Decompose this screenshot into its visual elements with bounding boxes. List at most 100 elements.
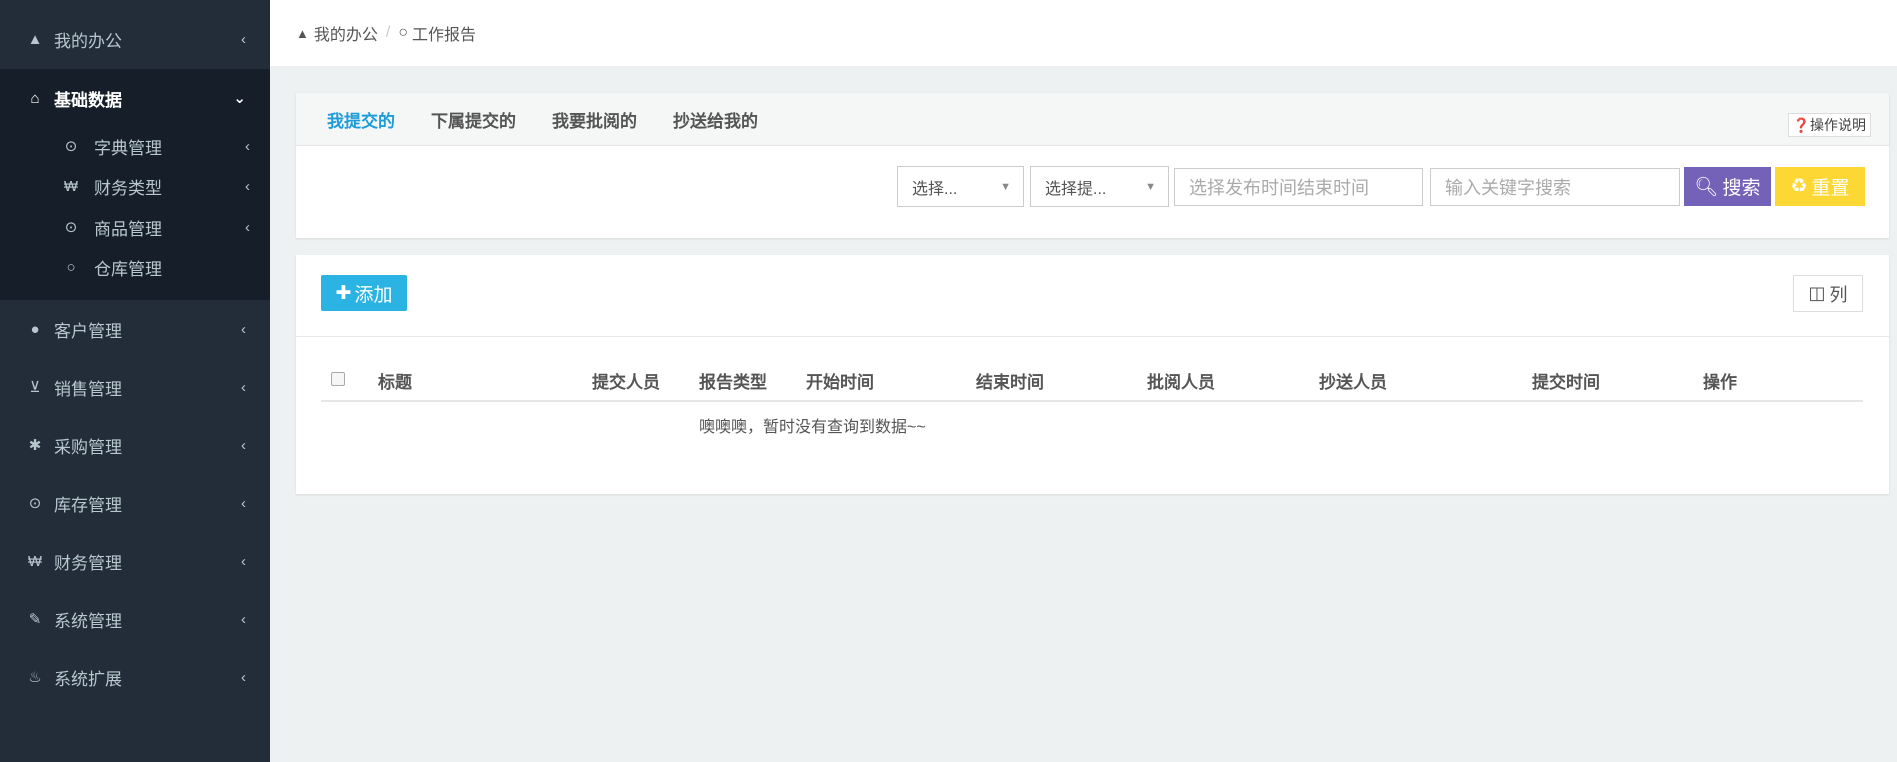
- placeholder: 选择发布时间结束时间: [1189, 178, 1369, 198]
- chevron-left-icon: ‹: [241, 30, 246, 48]
- select-value: 选择提...: [1045, 180, 1107, 198]
- breadcrumb-separator: /: [385, 24, 391, 41]
- sidebar-item-label: 系统管理: [54, 611, 122, 631]
- search-button[interactable]: 🔍︎ 搜索: [1684, 167, 1771, 206]
- sidebar-item-label: 采购管理: [54, 437, 122, 457]
- chevron-left-icon: ‹: [241, 668, 246, 686]
- filter-panel: 我提交的 下属提交的 我要批阅的 抄送给我的 ❓操作说明 选择... ▼ 选择提.…: [296, 93, 1889, 238]
- circle-icon: ○: [398, 24, 409, 41]
- select-type[interactable]: 选择... ▼: [897, 166, 1024, 207]
- subitem-label: 财务类型: [94, 178, 162, 198]
- sidebar-item-label: 基础数据: [54, 90, 122, 110]
- caret-down-icon: ▼: [1000, 180, 1011, 193]
- sidebar: ▲ 我的办公 ‹ ⌂ 基础数据 ⌄ ⊙ 字典管理 ‹ ₩ 财务类型 ‹ ⊙ 商品管理 ‹ ○…: [0, 0, 270, 762]
- date-range-input[interactable]: 选择发布时间结束时间: [1174, 168, 1423, 206]
- user-icon: ●: [30, 320, 40, 338]
- won-icon: ₩: [63, 177, 79, 195]
- chevron-left-icon: ‹: [241, 494, 246, 512]
- chevron-left-icon: ‹: [241, 610, 246, 628]
- empty-message: 噢噢噢，暂时没有查询到数据~~: [699, 419, 926, 436]
- question-icon: ❓: [1792, 117, 1810, 133]
- tab-my-submitted[interactable]: 我提交的: [327, 107, 395, 132]
- sidebar-subitem-warehouse[interactable]: ○ 仓库管理: [0, 248, 270, 286]
- breadcrumb-current: 工作报告: [412, 27, 477, 44]
- sidebar-subitem-finance-type[interactable]: ₩ 财务类型 ‹: [0, 167, 270, 205]
- select-all-checkbox[interactable]: [331, 372, 345, 386]
- tab-to-review[interactable]: 我要批阅的: [552, 107, 637, 132]
- keyword-search-input[interactable]: 输入关键字搜索: [1430, 168, 1680, 206]
- sidebar-item-label: 库存管理: [54, 495, 122, 515]
- column-header-submit-time[interactable]: 提交时间: [1532, 368, 1600, 393]
- column-header-reviewer[interactable]: 批阅人员: [1147, 368, 1215, 393]
- subitem-label: 商品管理: [94, 219, 162, 239]
- tab-cc-to-me[interactable]: 抄送给我的: [673, 107, 758, 132]
- won-icon: ₩: [27, 552, 43, 570]
- add-label: 添加: [354, 284, 393, 306]
- circle-icon: ○: [66, 258, 76, 276]
- sidebar-subitem-products[interactable]: ⊙ 商品管理 ‹: [0, 208, 270, 246]
- columns-icon: ◫: [1808, 283, 1826, 303]
- sidebar-item-sales[interactable]: ⊻ 销售管理 ‹: [0, 358, 270, 416]
- sidebar-item-finance[interactable]: ₩ 财务管理 ‹: [0, 532, 270, 590]
- asterisk-icon: ✱: [28, 437, 42, 454]
- subitem-label: 字典管理: [94, 138, 162, 158]
- caret-down-icon: ▼: [1145, 180, 1156, 193]
- cart-icon: ⊻: [29, 379, 41, 396]
- reset-label: 重置: [1811, 178, 1850, 199]
- sidebar-item-label: 财务管理: [54, 553, 122, 573]
- chevron-left-icon: ‹: [245, 177, 250, 195]
- subitem-label: 仓库管理: [94, 259, 162, 279]
- columns-label: 列: [1829, 284, 1848, 305]
- select-submitter[interactable]: 选择提... ▼: [1030, 166, 1169, 207]
- column-header-report-type[interactable]: 报告类型: [699, 368, 767, 393]
- recycle-icon: ♻: [1790, 176, 1808, 197]
- column-header-title[interactable]: 标题: [378, 368, 412, 393]
- help-button[interactable]: ❓操作说明: [1787, 113, 1871, 137]
- sidebar-item-inventory[interactable]: ⊙ 库存管理 ‹: [0, 474, 270, 532]
- column-header-actions: 操作: [1703, 373, 1737, 392]
- sidebar-item-customers[interactable]: ● 客户管理 ‹: [0, 300, 270, 358]
- fire-icon: ♨: [28, 669, 42, 686]
- sidebar-item-purchase[interactable]: ✱ 采购管理 ‹: [0, 416, 270, 474]
- column-header-submitter[interactable]: 提交人员: [592, 368, 660, 393]
- sidebar-subitem-dictionary[interactable]: ⊙ 字典管理 ‹: [0, 127, 270, 165]
- columns-button[interactable]: ◫ 列: [1793, 275, 1863, 312]
- add-button[interactable]: ✚ 添加: [321, 275, 407, 311]
- sidebar-item-office[interactable]: ▲ 我的办公 ‹: [0, 10, 270, 68]
- tab-subordinate-submitted[interactable]: 下属提交的: [431, 107, 516, 132]
- breadcrumb: ▲ 我的办公 / ○ 工作报告: [270, 0, 1897, 66]
- column-header-end-time[interactable]: 结束时间: [976, 368, 1044, 393]
- reset-button[interactable]: ♻ 重置: [1775, 167, 1865, 206]
- sidebar-item-extension[interactable]: ♨ 系统扩展 ‹: [0, 648, 270, 706]
- dot-circle-icon: ⊙: [64, 219, 78, 236]
- chevron-left-icon: ‹: [241, 320, 246, 338]
- column-header-start-time[interactable]: 开始时间: [806, 368, 874, 393]
- dot-circle-icon: ⊙: [28, 495, 42, 512]
- plus-icon: ✚: [335, 282, 352, 304]
- sidebar-item-label: 销售管理: [54, 379, 122, 399]
- search-icon: 🔍︎: [1694, 176, 1719, 198]
- road-icon: ▲: [27, 30, 43, 48]
- sidebar-item-system[interactable]: ✎ 系统管理 ‹: [0, 590, 270, 648]
- help-label: 操作说明: [1810, 117, 1866, 133]
- breadcrumb-home[interactable]: 我的办公: [314, 21, 378, 45]
- wrench-icon: ✎: [28, 611, 42, 628]
- chevron-left-icon: ‹: [245, 137, 250, 155]
- table-header-border: [321, 400, 1863, 402]
- sidebar-item-label: 客户管理: [54, 321, 122, 341]
- sidebar-item-basic-data[interactable]: ⌂ 基础数据 ⌄: [0, 69, 270, 127]
- tab-bar: 我提交的 下属提交的 我要批阅的 抄送给我的: [296, 93, 1889, 146]
- divider: [296, 336, 1889, 337]
- chevron-left-icon: ‹: [241, 552, 246, 570]
- select-value: 选择...: [912, 180, 958, 198]
- placeholder: 输入关键字搜索: [1445, 178, 1571, 198]
- chevron-left-icon: ‹: [241, 436, 246, 454]
- road-icon: ▲: [296, 25, 309, 41]
- submenu-basic-data: ⌂ 基础数据 ⌄ ⊙ 字典管理 ‹ ₩ 财务类型 ‹ ⊙ 商品管理 ‹ ○ 仓库管理: [0, 69, 270, 300]
- table-panel: ✚ 添加 ◫ 列: [296, 255, 1889, 494]
- search-label: 搜索: [1722, 178, 1761, 199]
- sidebar-item-label: 我的办公: [54, 31, 122, 51]
- column-header-cc[interactable]: 抄送人员: [1319, 368, 1387, 393]
- sidebar-item-label: 系统扩展: [54, 669, 122, 689]
- chevron-left-icon: ‹: [245, 218, 250, 236]
